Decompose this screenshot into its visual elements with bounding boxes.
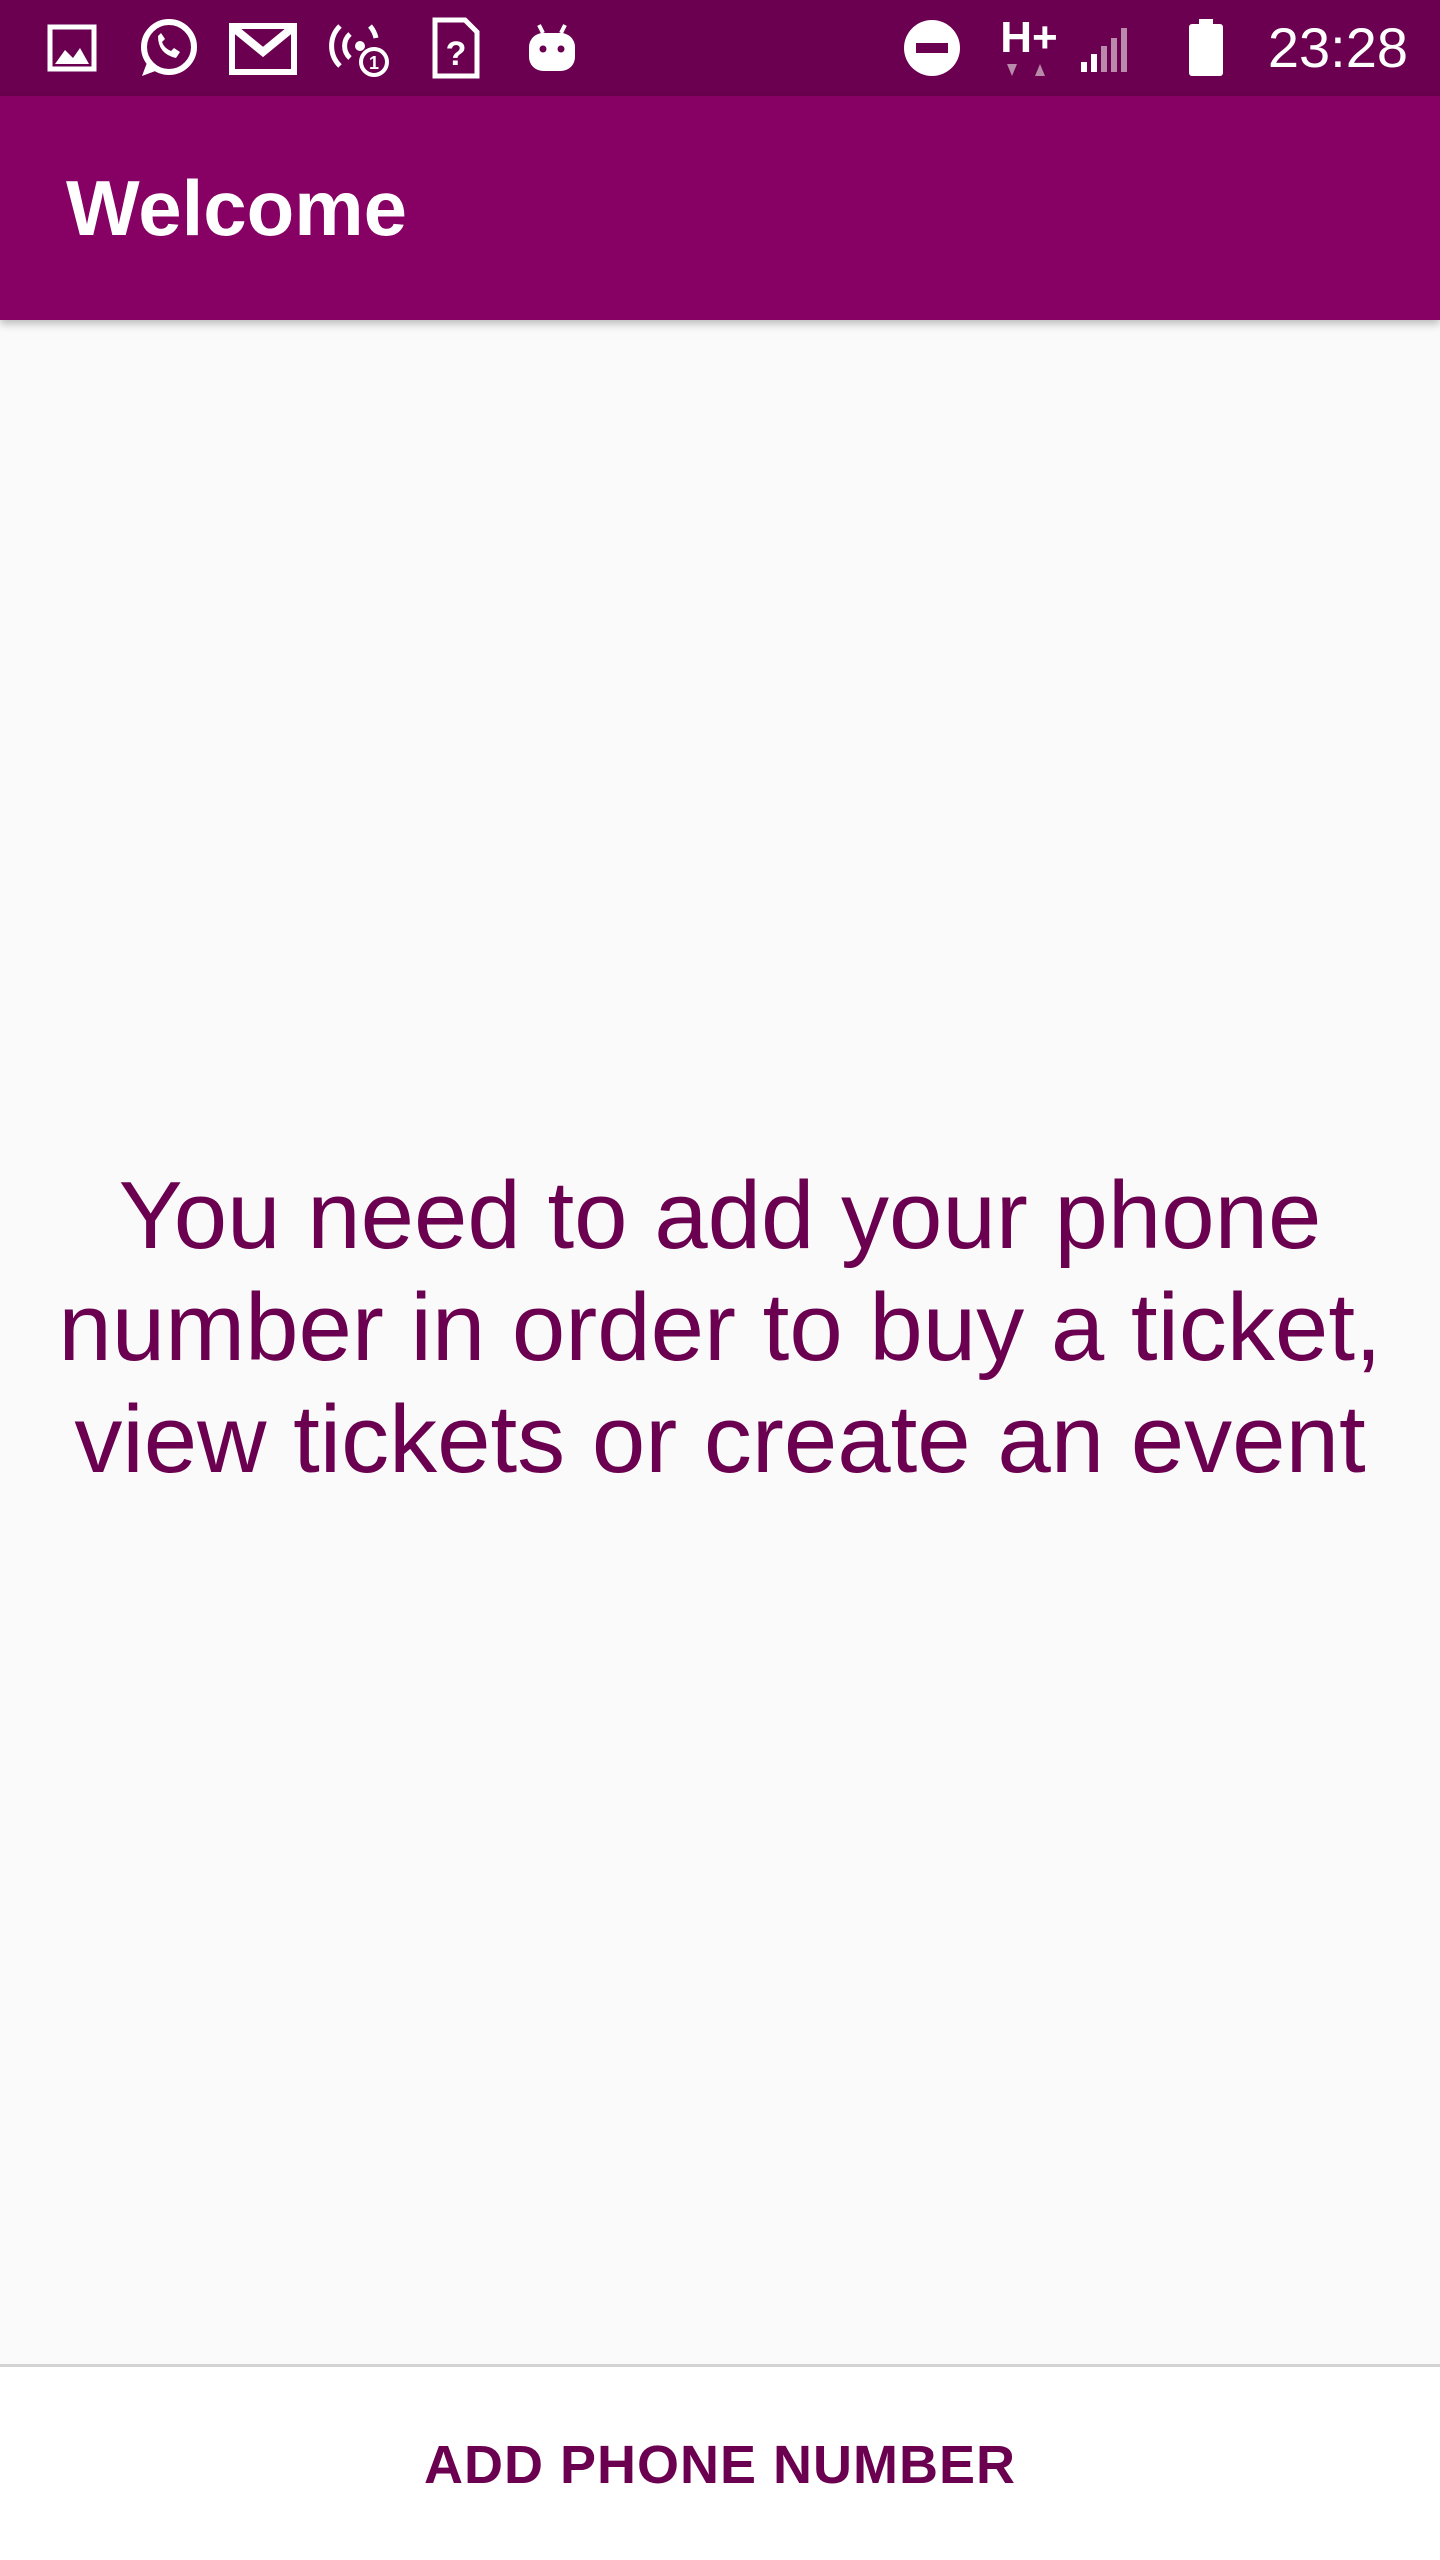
gmail-icon (228, 16, 298, 80)
sim-unknown-icon: ? (430, 16, 482, 80)
android-icon (524, 16, 580, 80)
app-screen: 1 ? H+ 23:28 Welcome You need to add you… (0, 0, 1440, 2560)
add-phone-number-button[interactable]: ADD PHONE NUMBER (0, 2367, 1440, 2560)
network-type-label: H+ (1000, 13, 1058, 62)
network-type-icon: H+ (994, 16, 1064, 80)
hotspot-icon: 1 (326, 16, 394, 80)
main-content: You need to add your phone number in ord… (0, 320, 1440, 2364)
status-bar: 1 ? H+ 23:28 (0, 0, 1440, 96)
status-time: 23:28 (1267, 16, 1408, 79)
app-bar: Welcome (0, 96, 1440, 320)
do-not-disturb-icon (900, 16, 964, 80)
whatsapp-icon (134, 16, 202, 80)
image-icon (44, 16, 100, 80)
phone-required-message: You need to add your phone number in ord… (58, 1162, 1382, 1493)
battery-icon (1184, 16, 1228, 80)
page-title: Welcome (66, 164, 408, 252)
signal-icon (1078, 16, 1132, 80)
bottom-action-bar: ADD PHONE NUMBER (0, 2364, 1440, 2560)
svg-text:?: ? (446, 35, 467, 73)
svg-text:1: 1 (369, 53, 379, 73)
